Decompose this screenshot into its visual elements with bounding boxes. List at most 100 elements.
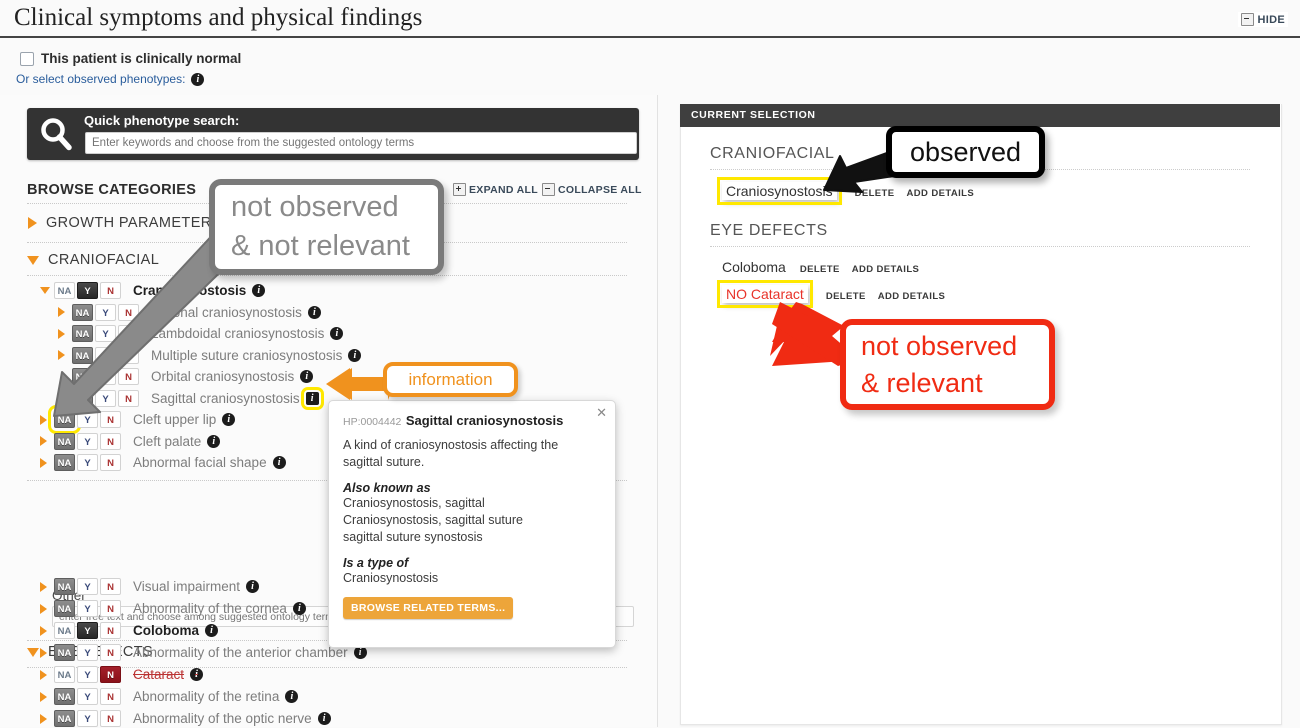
toggle-n-button[interactable]: N (100, 432, 121, 450)
phenotype-term-row[interactable]: NA Y N Cataract i (40, 665, 204, 684)
toggle-y-button[interactable]: Y (77, 600, 98, 617)
toggle-y-button[interactable]: Y (77, 432, 98, 450)
info-icon[interactable]: i (300, 370, 314, 383)
phenotype-term-row[interactable]: NA Y N Abnormal facial shape i (40, 453, 286, 472)
toggle-na-button[interactable]: NA (54, 578, 75, 595)
chevron-right-icon (58, 350, 65, 360)
toggle-y-button[interactable]: Y (77, 282, 98, 299)
info-icon[interactable]: i (191, 72, 205, 86)
toggle-n-button[interactable]: N (118, 389, 139, 407)
phenotype-term-row[interactable]: NA Y N Abnormality of the optic nerve i (40, 709, 331, 728)
info-icon[interactable]: i (292, 602, 306, 615)
toggle-y-button[interactable]: Y (77, 622, 98, 639)
toggle-y-button[interactable]: Y (95, 368, 116, 385)
toggle-n-button[interactable]: N (100, 282, 121, 299)
toggle-na-button[interactable]: NA (72, 346, 93, 364)
phenotype-term-row[interactable]: NA Y N Coloboma i (40, 621, 218, 640)
popover-term-id: HP:0004442 (343, 416, 402, 428)
phenotype-term-row[interactable]: NA Y N Cleft upper lip i (40, 405, 236, 434)
clinically-normal-checkbox[interactable] (20, 51, 34, 66)
toggle-y-button[interactable]: Y (95, 325, 116, 342)
toggle-n-button[interactable]: N (100, 622, 121, 639)
info-icon[interactable]: i (285, 690, 299, 703)
category-craniofacial[interactable]: CRANIOFACIAL (27, 252, 159, 268)
toggle-na-button[interactable]: NA (54, 622, 75, 639)
add-details-button[interactable]: ADD DETAILS (878, 291, 946, 302)
search-input[interactable] (85, 132, 637, 154)
toggle-na-button[interactable]: NA (48, 405, 81, 434)
toggle-y-button[interactable]: Y (95, 346, 116, 364)
info-icon[interactable]: i (207, 434, 221, 448)
phenotype-term-row[interactable]: NA Y N Sagittal craniosynostosis i (58, 386, 324, 410)
toggle-na-button[interactable]: NA (72, 368, 93, 385)
toggle-n-button[interactable]: N (118, 303, 139, 321)
toggle-y-button[interactable]: Y (77, 578, 98, 595)
expand-all-button[interactable]: EXPAND ALL (453, 183, 538, 196)
toggle-na-button[interactable]: NA (54, 644, 75, 661)
clinically-normal-label: This patient is clinically normal (41, 51, 242, 66)
toggle-n-button[interactable]: N (100, 644, 121, 661)
info-icon[interactable]: i (330, 327, 344, 340)
toggle-na-button[interactable]: NA (54, 454, 75, 471)
phenotype-term-row[interactable]: NA Y N Visual impairment i (40, 577, 260, 596)
add-details-button[interactable]: ADD DETAILS (907, 188, 975, 199)
phenotype-term-row[interactable]: NA Y N Craniosynostosis i (40, 281, 266, 300)
info-icon[interactable]: i (300, 386, 324, 410)
phenotype-term-row[interactable]: NA Y N Lambdoidal craniosynostosis i (58, 324, 344, 343)
toggle-n-button[interactable]: N (100, 411, 121, 428)
observation-toggle-group: NA Y N (54, 600, 123, 617)
add-details-button[interactable]: ADD DETAILS (852, 264, 920, 275)
hide-button[interactable]: HIDE (1237, 12, 1288, 27)
toggle-na-button[interactable]: NA (54, 432, 75, 450)
info-icon[interactable]: i (317, 712, 331, 725)
toggle-y-button[interactable]: Y (77, 666, 98, 683)
toggle-y-button[interactable]: Y (95, 389, 116, 407)
info-icon[interactable]: i (348, 348, 362, 362)
toggle-n-button[interactable]: N (100, 454, 121, 471)
phenotype-term-row[interactable]: NA Y N Abnormality of the anterior chamber i (40, 643, 367, 662)
collapse-all-button[interactable]: COLLAPSE ALL (542, 183, 642, 196)
delete-phenotype-button[interactable]: DELETE (826, 291, 866, 302)
toggle-y-button[interactable]: Y (77, 644, 98, 661)
close-icon[interactable]: ✕ (596, 405, 607, 421)
toggle-n-button[interactable]: N (100, 688, 121, 705)
toggle-na-button[interactable]: NA (72, 303, 93, 321)
info-icon[interactable]: i (205, 624, 218, 637)
toggle-na-button[interactable]: NA (72, 325, 93, 342)
toggle-na-button[interactable]: NA (54, 282, 75, 299)
chevron-right-icon (40, 436, 47, 446)
toggle-na-button[interactable]: NA (54, 600, 75, 617)
phenotype-term-row[interactable]: NA Y N Abnormality of the retina i (40, 687, 299, 706)
info-icon[interactable]: i (222, 413, 236, 426)
toggle-n-button[interactable]: N (100, 666, 121, 683)
info-icon[interactable]: i (307, 305, 321, 319)
toggle-n-button[interactable]: N (100, 710, 121, 727)
toggle-y-button[interactable]: Y (77, 411, 98, 428)
toggle-na-button[interactable]: NA (54, 666, 75, 683)
category-growth-parameters[interactable]: GROWTH PARAMETERS (28, 215, 222, 231)
toggle-y-button[interactable]: Y (95, 303, 116, 321)
toggle-n-button[interactable]: N (100, 600, 121, 617)
delete-phenotype-button[interactable]: DELETE (800, 264, 840, 275)
toggle-na-button[interactable]: NA (72, 389, 93, 407)
browse-related-terms-button[interactable]: BROWSE RELATED TERMS... (343, 597, 514, 619)
toggle-y-button[interactable]: Y (77, 688, 98, 705)
info-icon[interactable]: i (252, 284, 266, 297)
info-icon[interactable]: i (246, 580, 260, 593)
toggle-na-button[interactable]: NA (54, 710, 75, 727)
delete-phenotype-button[interactable]: DELETE (855, 188, 895, 199)
toggle-n-button[interactable]: N (118, 346, 139, 364)
toggle-n-button[interactable]: N (118, 325, 139, 342)
phenotype-term-row[interactable]: NA Y N Coronal craniosynostosis i (58, 303, 321, 322)
phenotype-term-row[interactable]: NA Y N Multiple suture craniosynostosis i (58, 346, 362, 365)
phenotype-term-row[interactable]: NA Y N Cleft palate i (40, 432, 221, 451)
toggle-y-button[interactable]: Y (77, 710, 98, 727)
toggle-n-button[interactable]: N (118, 368, 139, 385)
toggle-y-button[interactable]: Y (77, 454, 98, 471)
info-icon[interactable]: i (272, 456, 286, 469)
phenotype-term-row[interactable]: NA Y N Orbital craniosynostosis i (58, 367, 314, 386)
info-icon[interactable]: i (190, 668, 204, 681)
toggle-na-button[interactable]: NA (54, 688, 75, 705)
toggle-n-button[interactable]: N (100, 578, 121, 595)
phenotype-term-row[interactable]: NA Y N Abnormality of the cornea i (40, 599, 306, 618)
